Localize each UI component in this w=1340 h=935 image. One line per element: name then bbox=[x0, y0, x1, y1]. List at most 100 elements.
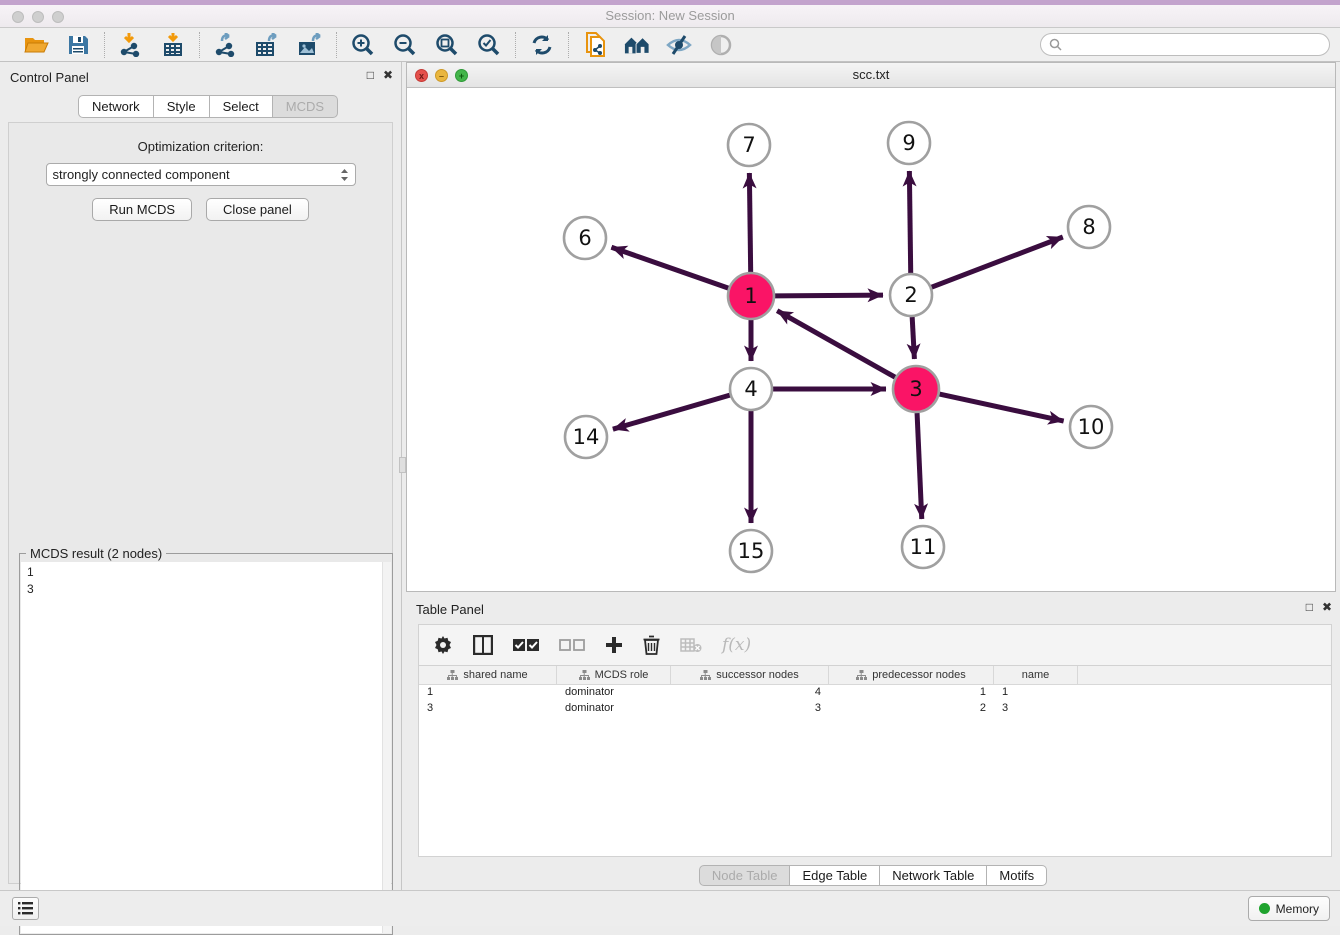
network-graph[interactable]: 7 9 6 8 1 2 4 3 14 10 15 11 bbox=[407, 88, 1335, 591]
svg-text:14: 14 bbox=[573, 425, 600, 449]
edge-1-7[interactable] bbox=[749, 173, 750, 272]
node-table[interactable]: shared nameMCDS rolesuccessor nodesprede… bbox=[418, 665, 1332, 857]
window-title: Session: New Session bbox=[0, 8, 1340, 23]
edge-3-11[interactable] bbox=[917, 413, 922, 519]
node-4[interactable]: 4 bbox=[730, 368, 772, 410]
deselect-all-icon[interactable] bbox=[559, 638, 585, 652]
refresh-icon[interactable] bbox=[529, 32, 555, 58]
edge-3-10[interactable] bbox=[939, 394, 1063, 421]
task-history-button[interactable] bbox=[12, 897, 39, 920]
export-image-icon[interactable] bbox=[297, 32, 323, 58]
edge-4-14[interactable] bbox=[613, 395, 730, 429]
search-box[interactable] bbox=[1040, 33, 1330, 56]
node-7[interactable]: 7 bbox=[728, 124, 770, 166]
column-header-successor-nodes[interactable]: successor nodes bbox=[671, 666, 829, 684]
memory-label: Memory bbox=[1276, 902, 1319, 916]
close-panel-button[interactable]: Close panel bbox=[206, 198, 309, 221]
edge-1-6[interactable] bbox=[611, 247, 728, 288]
search-input[interactable] bbox=[1067, 37, 1321, 53]
column-tree-icon bbox=[579, 670, 590, 681]
tab-style[interactable]: Style bbox=[154, 95, 210, 118]
node-15[interactable]: 15 bbox=[730, 530, 772, 572]
table-cell[interactable]: dominator bbox=[557, 685, 671, 701]
control-panel-title: Control Panel bbox=[10, 70, 89, 85]
mcds-result-text[interactable]: 1 3 bbox=[21, 562, 391, 933]
import-network-icon[interactable] bbox=[118, 32, 144, 58]
network-view-window: x – + scc.txt 7 9 6 8 1 2 4 3 14 10 15 11 bbox=[406, 62, 1336, 592]
tab-network-table[interactable]: Network Table bbox=[880, 865, 987, 886]
tab-node-table[interactable]: Node Table bbox=[699, 865, 791, 886]
network-canvas[interactable]: 7 9 6 8 1 2 4 3 14 10 15 11 bbox=[407, 88, 1335, 591]
edge-2-8[interactable] bbox=[932, 237, 1063, 287]
close-table-panel-icon[interactable]: ✖ bbox=[1322, 600, 1332, 614]
main-toolbar bbox=[0, 28, 1340, 62]
node-11[interactable]: 11 bbox=[902, 526, 944, 568]
tab-mcds[interactable]: MCDS bbox=[273, 95, 338, 118]
table-cell[interactable]: 3 bbox=[994, 701, 1078, 717]
clone-network-view-icon[interactable] bbox=[582, 32, 608, 58]
node-8[interactable]: 8 bbox=[1068, 206, 1110, 248]
column-header-MCDS-role[interactable]: MCDS role bbox=[557, 666, 671, 684]
zoom-out-icon[interactable] bbox=[392, 32, 418, 58]
node-3[interactable]: 3 bbox=[893, 366, 939, 412]
export-network-icon[interactable] bbox=[213, 32, 239, 58]
table-cell[interactable]: 1 bbox=[419, 685, 557, 701]
node-10[interactable]: 10 bbox=[1070, 406, 1112, 448]
list-icon bbox=[18, 902, 33, 915]
network-window-titlebar[interactable]: x – + scc.txt bbox=[407, 63, 1335, 88]
table-cell[interactable]: 1 bbox=[994, 685, 1078, 701]
tab-edge-table[interactable]: Edge Table bbox=[790, 865, 880, 886]
node-2[interactable]: 2 bbox=[890, 274, 932, 316]
tab-select[interactable]: Select bbox=[210, 95, 273, 118]
edge-1-2[interactable] bbox=[775, 295, 883, 296]
select-all-icon[interactable] bbox=[513, 638, 539, 652]
column-header-shared-name[interactable]: shared name bbox=[419, 666, 557, 684]
save-session-icon[interactable] bbox=[65, 32, 91, 58]
criterion-select[interactable]: strongly connected component bbox=[46, 163, 356, 186]
show-columns-icon[interactable] bbox=[473, 635, 493, 655]
table-cell[interactable]: dominator bbox=[557, 701, 671, 717]
panel-divider-handle[interactable] bbox=[399, 457, 406, 473]
column-header-name[interactable]: name bbox=[994, 666, 1078, 684]
add-row-icon[interactable] bbox=[605, 636, 623, 654]
zoom-fit-icon[interactable] bbox=[434, 32, 460, 58]
float-table-panel-icon[interactable]: □ bbox=[1306, 600, 1313, 614]
import-table-icon[interactable] bbox=[160, 32, 186, 58]
table-cell[interactable]: 2 bbox=[829, 701, 994, 717]
zoom-in-icon[interactable] bbox=[350, 32, 376, 58]
column-header-predecessor-nodes[interactable]: predecessor nodes bbox=[829, 666, 994, 684]
node-14[interactable]: 14 bbox=[565, 416, 607, 458]
table-settings-icon[interactable] bbox=[433, 635, 453, 655]
table-row[interactable]: 3dominator323 bbox=[419, 701, 1331, 717]
edge-2-9[interactable] bbox=[909, 171, 910, 273]
table-cell[interactable]: 3 bbox=[671, 701, 829, 717]
edge-2-3[interactable] bbox=[912, 317, 914, 359]
run-mcds-button[interactable]: Run MCDS bbox=[92, 198, 192, 221]
column-tree-icon bbox=[856, 670, 867, 681]
close-panel-icon[interactable]: ✖ bbox=[383, 68, 393, 82]
hide-selected-icon[interactable] bbox=[666, 32, 692, 58]
table-cell[interactable]: 1 bbox=[829, 685, 994, 701]
result-scrollbar[interactable] bbox=[382, 562, 391, 933]
first-neighbors-icon[interactable] bbox=[624, 32, 650, 58]
show-hidden-icon[interactable] bbox=[708, 32, 734, 58]
table-panel: Table Panel □ ✖ bbox=[406, 596, 1340, 888]
node-1[interactable]: 1 bbox=[728, 273, 774, 319]
delete-row-icon[interactable] bbox=[643, 635, 660, 655]
export-table-icon[interactable] bbox=[255, 32, 281, 58]
float-panel-icon[interactable]: □ bbox=[367, 68, 374, 82]
delete-table-icon[interactable] bbox=[680, 637, 702, 653]
table-row[interactable]: 1dominator411 bbox=[419, 685, 1331, 701]
zoom-selected-icon[interactable] bbox=[476, 32, 502, 58]
table-cell[interactable]: 3 bbox=[419, 701, 557, 717]
table-cell[interactable]: 4 bbox=[671, 685, 829, 701]
function-builder-icon[interactable]: f(x) bbox=[722, 635, 751, 655]
open-session-icon[interactable] bbox=[23, 32, 49, 58]
node-9[interactable]: 9 bbox=[888, 122, 930, 164]
tab-network[interactable]: Network bbox=[78, 95, 154, 118]
node-6[interactable]: 6 bbox=[564, 217, 606, 259]
tab-motifs[interactable]: Motifs bbox=[987, 865, 1047, 886]
mcds-panel: Optimization criterion: strongly connect… bbox=[8, 122, 393, 884]
edge-3-1[interactable] bbox=[777, 311, 895, 377]
memory-button[interactable]: Memory bbox=[1248, 896, 1330, 921]
